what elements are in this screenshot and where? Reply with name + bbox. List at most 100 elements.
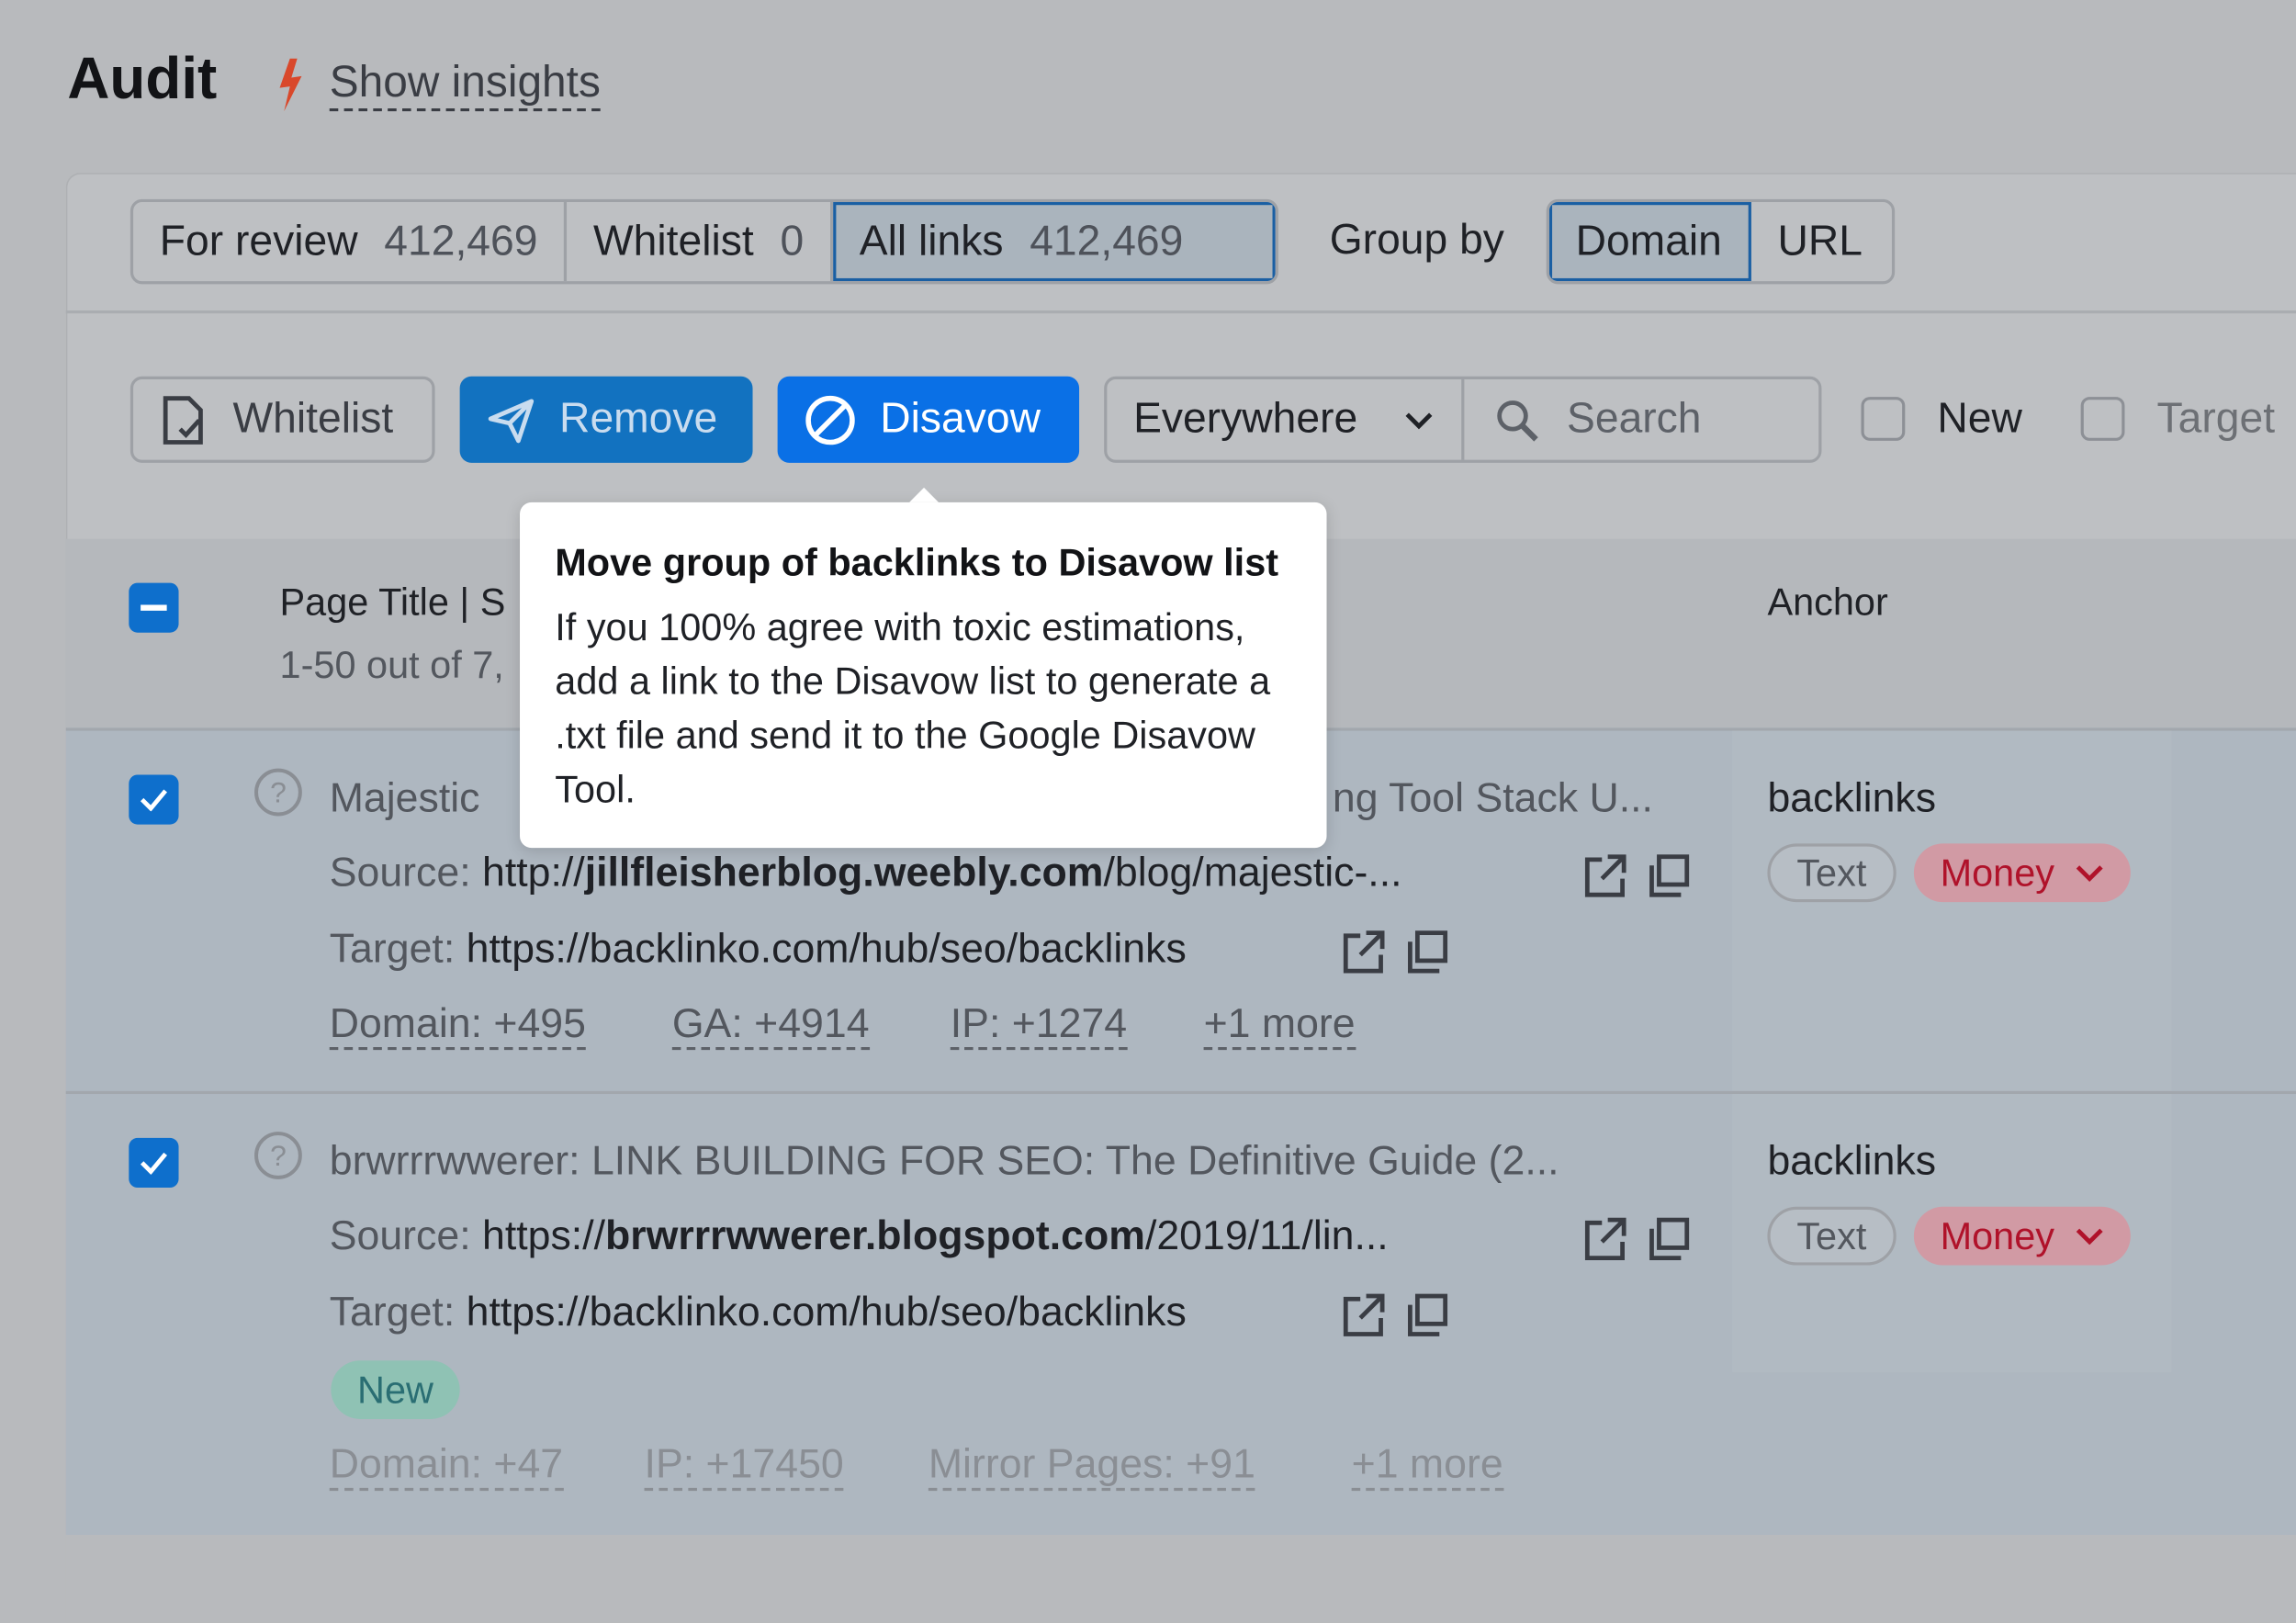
- search-placeholder: Search: [1567, 395, 1702, 443]
- show-insights-link[interactable]: Show insights: [329, 59, 601, 112]
- page-title: Audit: [67, 47, 218, 112]
- tab-label: All links: [859, 217, 1004, 265]
- stat-mirror-pages[interactable]: Mirror Pages: +91: [928, 1441, 1255, 1492]
- source-label: Source:: [329, 1212, 471, 1258]
- scope-dropdown[interactable]: Everywhere: [1107, 378, 1465, 460]
- filter-target-label: Target: [2156, 395, 2276, 443]
- target-value: https://backlinko.com/hub/seo/backlinks: [466, 925, 1187, 972]
- filter-target-checkbox[interactable]: [2080, 397, 2125, 441]
- stat-domain[interactable]: Domain: +495: [329, 1000, 586, 1051]
- svg-text:?: ?: [270, 1139, 287, 1172]
- target-url[interactable]: Target: https://backlinko.com/hub/seo/ba…: [330, 926, 1187, 973]
- check-icon: [140, 789, 168, 812]
- chevron-down-icon: [1405, 411, 1433, 429]
- column-header-anchor: Anchor: [1767, 580, 1888, 625]
- stat-domain[interactable]: Domain: +47: [329, 1441, 564, 1492]
- target-url[interactable]: Target: https://backlinko.com/hub/seo/ba…: [330, 1289, 1187, 1336]
- whitelist-button[interactable]: Whitelist: [129, 376, 435, 463]
- anchor-text: backlinks: [1767, 1137, 1937, 1184]
- tab-whitelist[interactable]: Whitelist 0: [567, 202, 834, 282]
- search-group: Everywhere Search: [1104, 376, 1822, 463]
- row-title: Majestic: [329, 774, 480, 820]
- tab-label: Whitelist: [593, 217, 754, 265]
- group-by-toggle: Domain URL: [1546, 198, 1896, 285]
- tooltip-title: Move group of backlinks to Disavow list: [555, 540, 1279, 585]
- external-link-icon[interactable]: [1340, 929, 1387, 975]
- source-protocol: http://: [482, 849, 585, 896]
- results-range: 1-50 out of 7,: [279, 642, 504, 687]
- tab-count: 0: [780, 217, 805, 265]
- chevron-down-icon: [2076, 1228, 2103, 1245]
- select-all-checkbox[interactable]: [129, 582, 179, 633]
- block-icon: [805, 395, 855, 445]
- stat-ip[interactable]: IP: +17450: [644, 1441, 844, 1492]
- disavow-button[interactable]: Disavow: [777, 376, 1080, 463]
- tooltip-body: If you 100% agree with toxic estimations…: [555, 604, 1271, 812]
- source-path: /2019/11/lin...: [1144, 1212, 1389, 1258]
- source-url[interactable]: Source: https://brwrrrwwerer.blogspot.co…: [330, 1212, 1389, 1259]
- money-tag-dropdown[interactable]: Money: [1913, 843, 2131, 903]
- status-tabs: For review 412,469 Whitelist 0 All links 41…: [129, 198, 1278, 285]
- target-value: https://backlinko.com/hub/seo/backlinks: [466, 1289, 1187, 1335]
- tag-label: Money: [1940, 1212, 2055, 1257]
- tab-count: 412,469: [384, 217, 538, 265]
- search-icon: [1497, 400, 1538, 441]
- type-badge: Text: [1767, 843, 1896, 903]
- stat-more[interactable]: +1 more: [1203, 1000, 1356, 1051]
- chevron-down-icon: [2076, 865, 2103, 882]
- tab-all-links[interactable]: All links 412,469: [833, 202, 1276, 282]
- row-title: brwrrrwwerer: LINK BUILDING FOR SEO: The…: [329, 1137, 1559, 1184]
- column-header-title[interactable]: Page Title | S: [280, 580, 506, 625]
- row-checkbox[interactable]: [129, 774, 179, 825]
- help-icon[interactable]: ?: [253, 1131, 303, 1180]
- source-domain: jillfleisherblog.weebly.com: [584, 849, 1104, 896]
- remove-label: Remove: [559, 395, 718, 443]
- filter-new-checkbox[interactable]: [1861, 397, 1906, 441]
- target-label: Target:: [329, 1289, 456, 1335]
- new-badge: New: [331, 1360, 460, 1419]
- disavow-tooltip: Move group of backlinks to Disavow list …: [520, 487, 1327, 849]
- source-url[interactable]: Source: http://jillfleisherblog.weebly.c…: [330, 850, 1402, 896]
- check-icon: [140, 1152, 168, 1175]
- disavow-label: Disavow: [880, 395, 1041, 443]
- group-by-url[interactable]: URL: [1751, 202, 1889, 281]
- external-link-icon[interactable]: [1340, 1291, 1387, 1338]
- svg-text:?: ?: [270, 776, 287, 809]
- anchor-text: backlinks: [1767, 774, 1937, 820]
- source-domain: brwrrrwwerer.blogspot.com: [605, 1212, 1145, 1258]
- money-tag-dropdown[interactable]: Money: [1913, 1206, 2131, 1266]
- source-path: /blog/majestic-...: [1103, 849, 1402, 896]
- tag-label: Money: [1940, 850, 2055, 895]
- group-by-label: Group by: [1329, 216, 1504, 264]
- send-icon: [488, 398, 535, 443]
- source-protocol: https://: [482, 1212, 606, 1258]
- tab-count: 412,469: [1030, 217, 1184, 265]
- stat-ip[interactable]: IP: +1274: [950, 1000, 1128, 1051]
- help-icon[interactable]: ?: [253, 767, 303, 817]
- minus-icon: [141, 604, 167, 611]
- tab-label: For review: [159, 217, 358, 265]
- target-label: Target:: [329, 925, 456, 972]
- row-checkbox[interactable]: [129, 1137, 179, 1189]
- filter-new-label: New: [1937, 395, 2022, 443]
- divider: [65, 310, 2296, 314]
- group-by-domain[interactable]: Domain: [1548, 202, 1751, 282]
- row-title-end: ng Tool Stack U...: [1332, 774, 1653, 820]
- whitelist-label: Whitelist: [232, 395, 394, 443]
- tab-for-review[interactable]: For review 412,469: [133, 202, 568, 282]
- copy-icon[interactable]: [1402, 1291, 1449, 1338]
- stat-ga[interactable]: GA: +4914: [671, 1000, 870, 1051]
- remove-button[interactable]: Remove: [459, 376, 753, 463]
- copy-icon[interactable]: [1645, 852, 1692, 899]
- external-link-icon[interactable]: [1581, 852, 1628, 899]
- scope-value: Everywhere: [1133, 395, 1358, 443]
- search-input[interactable]: Search: [1464, 379, 1702, 460]
- copy-icon[interactable]: [1645, 1215, 1692, 1262]
- lightning-icon: [279, 58, 302, 112]
- document-check-icon: [163, 395, 203, 445]
- copy-icon[interactable]: [1402, 929, 1449, 975]
- external-link-icon[interactable]: [1581, 1215, 1628, 1262]
- type-badge: Text: [1767, 1206, 1896, 1266]
- table-bottom: [65, 1534, 2296, 1623]
- stat-more[interactable]: +1 more: [1351, 1441, 1503, 1492]
